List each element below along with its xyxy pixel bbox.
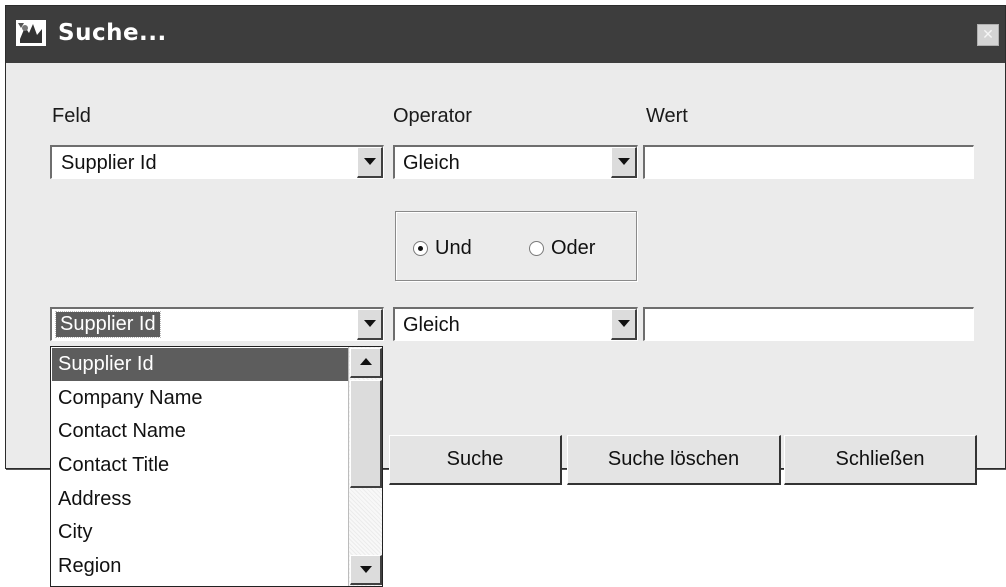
scrollbar-thumb[interactable] [350,380,382,488]
dropdown-option[interactable]: Supplier Id [52,348,348,381]
title-bar[interactable]: Suche... ✕ [6,6,1005,63]
clear-search-button[interactable]: Suche löschen [567,435,781,485]
chevron-down-icon[interactable] [357,309,383,340]
value-header: Wert [646,105,688,127]
close-button[interactable]: Schließen [784,435,977,485]
operator-select-1[interactable]: Gleich [393,145,638,179]
logic-radio-group: Und Oder [395,211,637,281]
field-header: Feld [52,105,91,127]
operator-select-2[interactable]: Gleich [393,307,638,341]
field-select-1[interactable]: Supplier Id [50,145,384,179]
or-radio[interactable]: Oder [529,237,595,260]
dropdown-option[interactable]: Contact Name [52,415,348,448]
and-radio-label: Und [435,237,472,259]
radio-unchecked-icon [529,241,544,256]
dropdown-option[interactable]: Region [52,550,348,583]
window-title: Suche... [58,20,167,46]
close-window-button[interactable]: ✕ [977,24,999,46]
dropdown-option[interactable]: Contact Title [52,449,348,482]
field-select-2-value: Supplier Id [55,311,161,338]
scroll-down-icon[interactable] [350,555,382,585]
chevron-down-icon[interactable] [357,147,383,178]
dropdown-option[interactable]: Address [52,483,348,516]
field-select-1-value: Supplier Id [61,152,157,174]
scroll-up-icon[interactable] [350,348,382,378]
chevron-down-icon[interactable] [611,147,637,178]
dropdown-option[interactable]: Company Name [52,382,348,415]
value-input-1[interactable] [643,145,974,179]
chevron-down-icon[interactable] [611,309,637,340]
radio-checked-icon [413,241,428,256]
field-dropdown-list: Supplier Id Company Name Contact Name Co… [50,346,383,587]
or-radio-label: Oder [551,237,596,259]
operator-select-1-value: Gleich [403,152,460,174]
field-select-2[interactable]: Supplier Id [50,307,384,341]
and-radio[interactable]: Und [413,237,472,260]
dropdown-option[interactable]: City [52,516,348,549]
close-icon: ✕ [982,26,994,42]
app-icon [16,20,46,46]
search-button[interactable]: Suche [389,435,562,485]
value-input-2[interactable] [643,307,974,341]
dropdown-scrollbar[interactable] [348,347,382,586]
operator-header: Operator [393,105,472,127]
operator-select-2-value: Gleich [403,314,460,336]
